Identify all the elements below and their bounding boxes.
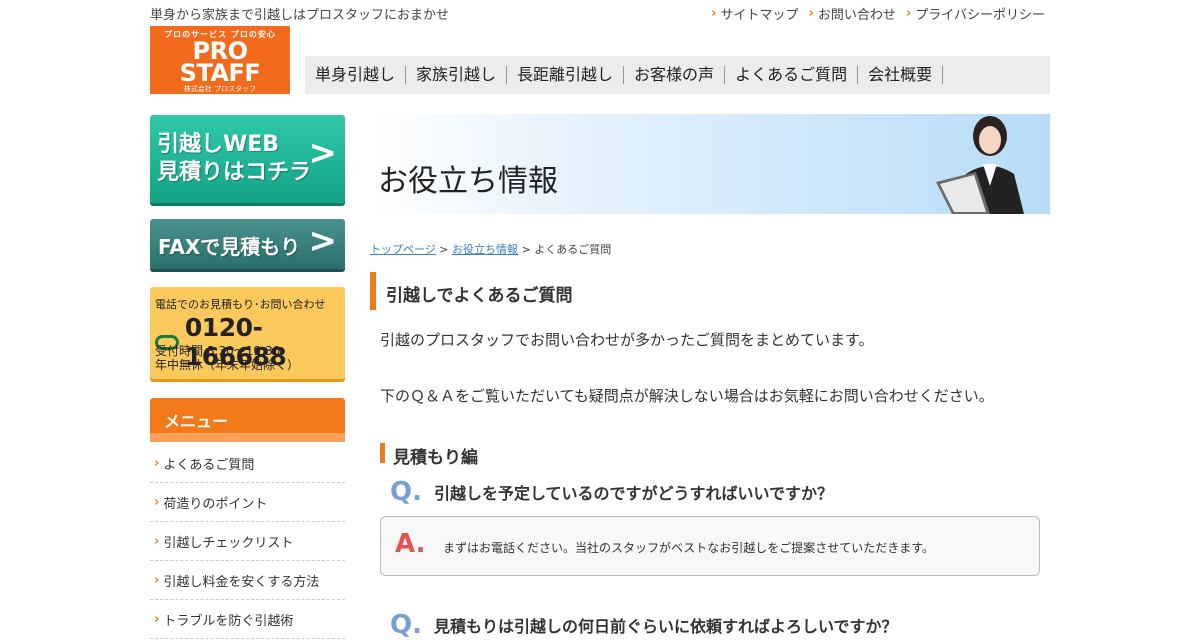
businesswoman-image — [936, 116, 1024, 214]
chevron-right-icon: > — [308, 221, 338, 261]
breadcrumb: トップページ > お役立ち情報 > よくあるご質問 — [370, 241, 611, 257]
logo-tel: 0120-166688 — [150, 94, 290, 112]
breadcrumb-parent[interactable]: お役立ち情報 — [452, 243, 518, 256]
question-text: 見積もりは引越しの何日前ぐらいに依頼すればよろしいですか？ — [433, 617, 898, 636]
nav-faq[interactable]: よくあるご質問 — [725, 66, 859, 84]
phone-hours: 受付時間 8:30～19:30 年中無休（年末年始除く） — [155, 344, 300, 372]
nav-long-distance[interactable]: 長距離引越し — [507, 66, 625, 84]
logo-corp: 株式会社 プロスタッフ — [183, 85, 257, 93]
menu-item-save-cost[interactable]: › 引越し料金を安くする方法 — [150, 561, 345, 600]
global-nav: 単身引越し 家族引越し 長距離引越し お客様の声 よくあるご質問 会社概要 — [305, 56, 1050, 94]
question-text: 引越しを予定しているのですがどうすればいいですか？ — [433, 484, 834, 503]
nav-voices[interactable]: お客様の声 — [624, 66, 726, 84]
menu-title: メニュー — [164, 412, 229, 431]
privacy-link[interactable]: › プライバシーポリシー — [906, 4, 1045, 23]
breadcrumb-separator: > — [439, 243, 449, 256]
intro-text: 引越のプロスタッフでお問い合わせが多かったご質問をまとめています。 — [380, 331, 874, 349]
answer-mark-icon: A. — [395, 529, 426, 559]
sitemap-label: サイトマップ — [720, 8, 799, 23]
chevron-right-icon: › — [154, 494, 160, 510]
contact-link[interactable]: › お問い合わせ — [809, 4, 896, 23]
subsection-heading: 見積もり編 — [380, 443, 478, 468]
chevron-right-icon: › — [154, 533, 160, 549]
chevron-right-icon: › — [154, 572, 160, 588]
chevron-right-icon: › — [154, 611, 160, 627]
chevron-right-icon: › — [154, 455, 160, 471]
menu-item-trouble[interactable]: › トラブルを防ぐ引越術 — [150, 600, 345, 639]
web-estimate-button[interactable]: 引越しWEB 見積りはコチラ > — [150, 115, 345, 203]
fax-estimate-button[interactable]: FAXで見積もり > — [150, 219, 345, 269]
question-mark-icon: Q. — [390, 477, 422, 507]
faq-question: Q. 引越しを予定しているのですがどうすればいいですか？ — [390, 477, 833, 507]
page-title: お役立ち情報 — [378, 164, 558, 199]
menu-item-packing[interactable]: › 荷造りのポイント — [150, 483, 345, 522]
nav-single[interactable]: 単身引越し — [305, 66, 407, 84]
question-mark-icon: Q. — [390, 610, 422, 640]
faq-answer: A. まずはお電話ください。当社のスタッフがベストなお引越しをご提案させていただ… — [380, 516, 1040, 576]
breadcrumb-separator: > — [521, 243, 531, 256]
chevron-right-icon: › — [808, 6, 814, 21]
fax-estimate-label: FAXで見積もり — [158, 235, 301, 259]
menu-item-checklist[interactable]: › 引越しチェックリスト — [150, 522, 345, 561]
sitemap-link[interactable]: › サイトマップ — [711, 4, 798, 23]
logo-tel-number: 0120-166688 — [173, 94, 284, 112]
phone-box-title: 電話でのお見積もり･お問い合わせ — [155, 298, 326, 311]
page-banner: お役立ち情報 — [370, 114, 1050, 214]
phone-contact-box[interactable]: 電話でのお見積もり･お問い合わせ 0120-166688 受付時間 8:30～1… — [150, 287, 345, 379]
answer-text: まずはお電話ください。当社のスタッフがベストなお引越しをご提案させていただきます… — [443, 541, 935, 555]
menu-item-faq[interactable]: › よくあるご質問 — [150, 444, 345, 483]
site-logo[interactable]: プロのサービス プロの安心 PRO STAFF 株式会社 プロスタッフ 0120… — [150, 26, 290, 112]
freedial-icon — [156, 98, 171, 108]
side-menu: › よくあるご質問 › 荷造りのポイント › 引越しチェックリスト › 引越し料金を安く… — [150, 444, 345, 639]
faq-question: Q. 見積もりは引越しの何日前ぐらいに依頼すればよろしいですか？ — [390, 610, 898, 640]
logo-name: PRO STAFF — [179, 37, 261, 87]
chevron-right-icon: › — [905, 6, 912, 21]
chevron-right-icon: > — [308, 133, 338, 173]
breadcrumb-current: よくあるご質問 — [534, 243, 612, 256]
breadcrumb-home[interactable]: トップページ — [370, 243, 436, 256]
chevron-right-icon: › — [711, 6, 717, 21]
section-heading: 引越しでよくあるご質問 — [370, 272, 1050, 310]
web-estimate-label: 引越しWEB 見積りはコチラ — [157, 132, 312, 185]
intro-text-2: 下のＱ＆Ａをご覧いただいても疑問点が解決しない場合はお気軽にお問い合わせください… — [380, 387, 994, 405]
site-tagline: 単身から家族まで引越しはプロスタッフにおまかせ — [150, 8, 450, 23]
top-links: › サイトマップ › お問い合わせ › プライバシーポリシー — [711, 4, 1045, 23]
privacy-label: プライバシーポリシー — [915, 8, 1045, 23]
contact-label: お問い合わせ — [817, 8, 896, 23]
nav-company[interactable]: 会社概要 — [858, 66, 944, 84]
menu-header: メニュー — [150, 398, 345, 442]
nav-family[interactable]: 家族引越し — [406, 66, 508, 84]
